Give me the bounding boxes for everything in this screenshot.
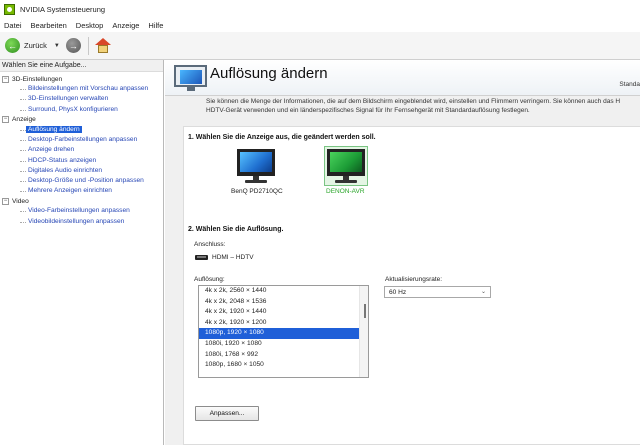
resolution-option[interactable]: 4k x 2k, 2560 × 1440 — [199, 286, 368, 297]
category-3d-settings[interactable]: − 3D-Einstellungen — [0, 74, 163, 84]
task-surround-physx[interactable]: Surround, PhysX konfigurieren — [0, 105, 163, 115]
resolution-list[interactable]: 4k x 2k, 2560 × 1440 4k x 2k, 2048 × 153… — [198, 285, 369, 378]
resolution-option[interactable]: 1080p, 1680 × 1050 — [199, 360, 368, 371]
task-label: Mehrere Anzeigen einrichten — [28, 187, 112, 195]
monitor-benq-label[interactable]: BenQ PD2710QC — [231, 188, 283, 195]
chevron-down-icon: ⌄ — [480, 289, 486, 295]
task-label: Digitales Audio einrichten — [28, 166, 103, 174]
category-label: Anzeige — [12, 116, 36, 124]
main-panel: Auflösung ändern Standa Sie können die M… — [165, 60, 640, 445]
task-label: Auflösung ändern — [26, 125, 82, 133]
scrollbar-thumb[interactable] — [364, 304, 366, 318]
task-panel-header: Wählen Sie eine Aufgabe... — [0, 60, 163, 72]
monitor-denon-label[interactable]: DENON-AVR — [326, 188, 365, 195]
back-button[interactable]: ← Zurück ▼ — [5, 36, 60, 56]
task-aufloesung-aendern[interactable]: Auflösung ändern — [0, 125, 163, 135]
task-hdcp-status[interactable]: HDCP-Status anzeigen — [0, 156, 163, 166]
title-bar: NVIDIA Systemsteuerung — [0, 0, 640, 18]
task-label: Desktop-Farbeinstellungen anpassen — [28, 136, 138, 144]
restore-defaults-link[interactable]: Standa — [619, 81, 640, 88]
task-label: 3D-Einstellungen verwalten — [28, 95, 109, 103]
resolution-option[interactable]: 1080i, 1768 × 992 — [199, 350, 368, 361]
resolution-label: Auflösung: — [194, 276, 225, 283]
resolution-option[interactable]: 4k x 2k, 1920 × 1440 — [199, 307, 368, 318]
menu-anzeige[interactable]: Anzeige — [112, 21, 139, 30]
hdmi-connector-icon — [195, 255, 208, 260]
task-label: Surround, PhysX konfigurieren — [28, 105, 118, 113]
collapse-icon[interactable]: − — [2, 197, 9, 205]
refresh-rate-value: 60 Hz — [389, 289, 407, 296]
category-video[interactable]: − Video — [0, 196, 163, 206]
page-banner: Auflösung ändern Standa — [165, 60, 640, 96]
menu-bearbeiten[interactable]: Bearbeiten — [31, 21, 67, 30]
collapse-icon[interactable]: − — [2, 75, 9, 83]
menu-datei[interactable]: Datei — [4, 21, 22, 30]
step2-title: 2. Wählen Sie die Auflösung. — [188, 226, 284, 233]
menu-hilfe[interactable]: Hilfe — [148, 21, 163, 30]
task-desktop-farbeinstellungen[interactable]: Desktop-Farbeinstellungen anpassen — [0, 135, 163, 145]
task-label: Videobildeinstellungen anpassen — [28, 217, 125, 225]
menu-desktop[interactable]: Desktop — [76, 21, 104, 30]
task-desktop-groesse[interactable]: Desktop-Größe und -Position anpassen — [0, 176, 163, 186]
task-label: Anzeige drehen — [28, 146, 75, 154]
task-anzeige-drehen[interactable]: Anzeige drehen — [0, 145, 163, 155]
menu-bar: Datei Bearbeiten Desktop Anzeige Hilfe — [0, 18, 640, 32]
resolution-option[interactable]: 1080i, 1920 × 1080 — [199, 339, 368, 350]
monitor-denon-icon[interactable] — [323, 147, 369, 185]
toolbar-separator — [87, 36, 89, 55]
task-3d-einstellungen-verwalten[interactable]: 3D-Einstellungen verwalten — [0, 94, 163, 104]
back-label: Zurück — [24, 41, 47, 50]
customize-button[interactable]: Anpassen... — [195, 406, 259, 421]
collapse-icon[interactable]: − — [2, 116, 9, 124]
page-title: Auflösung ändern — [210, 65, 328, 82]
task-mehrere-anzeigen[interactable]: Mehrere Anzeigen einrichten — [0, 186, 163, 196]
resolution-option[interactable]: 4k x 2k, 1920 × 1200 — [199, 318, 368, 329]
task-video-farbeinstellungen[interactable]: Video-Farbeinstellungen anpassen — [0, 206, 163, 216]
forward-arrow-icon[interactable]: → — [65, 38, 81, 53]
page-description: Sie können die Menge der Informationen, … — [206, 98, 621, 114]
home-icon[interactable] — [94, 37, 111, 54]
step1-title: 1. Wählen Sie die Anzeige aus, die geänd… — [188, 134, 376, 141]
task-tree: − 3D-Einstellungen Bildeinstellungen mit… — [0, 72, 163, 227]
window-title: NVIDIA Systemsteuerung — [20, 4, 106, 14]
monitor-benq-icon[interactable] — [233, 147, 279, 185]
refresh-rate-label: Aktualisierungsrate: — [385, 276, 443, 283]
task-label: Bildeinstellungen mit Vorschau anpassen — [28, 85, 149, 93]
category-label: 3D-Einstellungen — [12, 75, 63, 83]
task-label: Video-Farbeinstellungen anpassen — [28, 207, 130, 215]
refresh-rate-select[interactable]: 60 Hz ⌄ — [384, 286, 491, 298]
task-bildeinstellungen[interactable]: Bildeinstellungen mit Vorschau anpassen — [0, 84, 163, 94]
category-label: Video — [12, 197, 29, 205]
connection-label: Anschluss: — [194, 241, 226, 248]
task-panel: Wählen Sie eine Aufgabe... − 3D-Einstell… — [0, 60, 164, 445]
category-anzeige[interactable]: − Anzeige — [0, 115, 163, 125]
settings-area: 1. Wählen Sie die Anzeige aus, die geänd… — [183, 126, 640, 445]
resolution-list-scrollbar[interactable] — [359, 286, 368, 377]
back-history-dropdown-icon[interactable]: ▼ — [54, 43, 60, 49]
task-label: HDCP-Status anzeigen — [28, 156, 97, 164]
toolbar: ← Zurück ▼ → — [0, 32, 640, 60]
task-label: Desktop-Größe und -Position anpassen — [28, 176, 144, 184]
back-arrow-icon: ← — [5, 38, 20, 53]
task-digitales-audio[interactable]: Digitales Audio einrichten — [0, 166, 163, 176]
resolution-option[interactable]: 4k x 2k, 2048 × 1536 — [199, 297, 368, 308]
resolution-option-selected[interactable]: 1080p, 1920 × 1080 — [199, 328, 368, 339]
nvidia-app-icon — [4, 3, 15, 15]
connection-value: HDMI – HDTV — [212, 254, 254, 261]
task-videobildeinstellungen[interactable]: Videobildeinstellungen anpassen — [0, 217, 163, 227]
display-resolution-icon — [174, 65, 207, 91]
